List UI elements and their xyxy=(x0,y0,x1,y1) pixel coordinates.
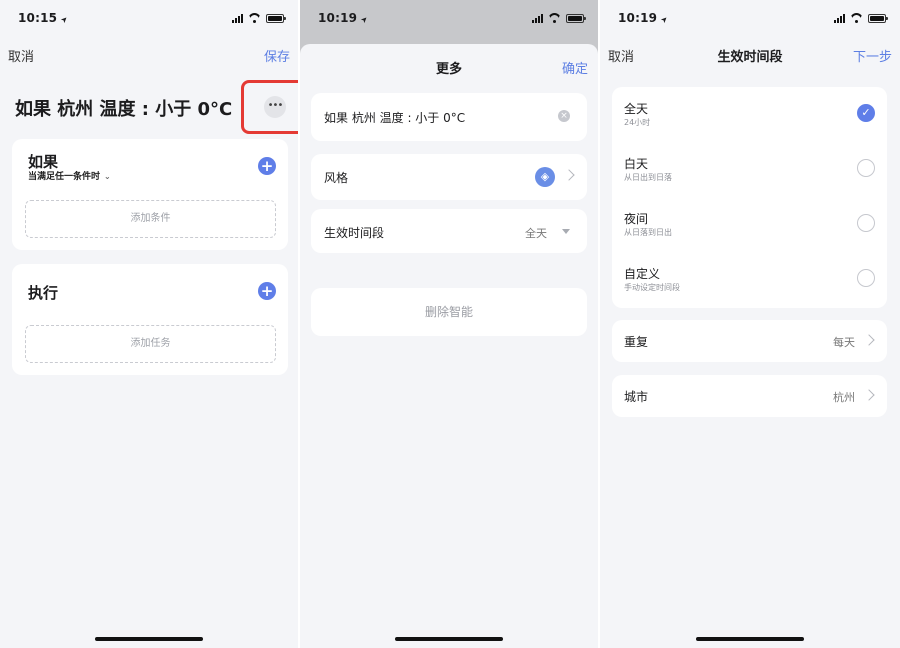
period-option-night[interactable]: 夜间 从日落到日出 xyxy=(612,197,887,252)
confirm-button[interactable]: 确定 xyxy=(562,58,588,77)
more-sheet: 更多 确定 如果 杭州 温度 : 小于 0°C × 风格 ◈ 生效时间段 全天 … xyxy=(300,44,598,648)
radio-button[interactable] xyxy=(857,214,875,232)
battery-icon xyxy=(566,13,586,23)
option-title: 夜间 xyxy=(624,212,649,226)
signal-icon xyxy=(532,13,543,23)
style-tag-icon: ◈ xyxy=(535,167,555,187)
period-option-daytime[interactable]: 白天 从日出到日落 xyxy=(612,142,887,197)
clear-icon[interactable]: × xyxy=(558,110,570,122)
cancel-button[interactable]: 取消 xyxy=(8,46,34,65)
option-title: 全天 xyxy=(624,102,649,116)
period-value: 全天 xyxy=(525,227,547,240)
phone-screen-more-sheet: 10:19 更多 确定 如果 杭州 温度 : 小于 0°C × 风格 ◈ 生效时… xyxy=(300,0,598,648)
period-options-card: 全天 24小时 ✓ 白天 从日出到日落 夜间 从日落到日出 自定义 手动设定时间… xyxy=(612,87,887,308)
do-card-title: 执行 xyxy=(28,284,59,302)
battery-icon xyxy=(868,13,888,23)
add-task-button[interactable]: 添加任务 xyxy=(25,325,276,363)
option-title: 白天 xyxy=(624,157,649,171)
status-bar: 10:19 xyxy=(600,0,900,38)
city-row[interactable]: 城市 杭州 xyxy=(612,375,887,417)
city-label: 城市 xyxy=(624,390,649,404)
scene-title: 如果 杭州 温度 : 小于 0°C xyxy=(15,99,233,120)
status-time: 10:19 xyxy=(318,11,368,25)
city-value: 杭州 xyxy=(833,391,855,404)
add-condition-plus-icon[interactable]: + xyxy=(258,157,276,175)
scene-name-field[interactable]: 如果 杭州 温度 : 小于 0°C × xyxy=(311,93,587,141)
if-card: 如果 当满足任一条件时 + 添加条件 xyxy=(12,139,288,250)
highlight-box xyxy=(241,80,298,134)
add-task-plus-icon[interactable]: + xyxy=(258,282,276,300)
option-title: 自定义 xyxy=(624,267,661,281)
status-bar: 10:15 xyxy=(0,0,298,38)
delete-scene-button[interactable]: 删除智能 xyxy=(311,288,587,336)
wifi-icon xyxy=(248,13,261,23)
wifi-icon xyxy=(850,13,863,23)
wifi-icon xyxy=(548,13,561,23)
option-subtitle: 24小时 xyxy=(624,118,651,127)
home-indicator xyxy=(696,637,804,641)
chevron-right-icon xyxy=(563,169,575,181)
add-condition-button[interactable]: 添加条件 xyxy=(25,200,276,238)
radio-button[interactable] xyxy=(857,159,875,177)
repeat-label: 重复 xyxy=(624,335,649,349)
battery-icon xyxy=(266,13,286,23)
next-step-button[interactable]: 下一步 xyxy=(853,46,892,65)
scene-name-value: 如果 杭州 温度 : 小于 0°C xyxy=(324,111,466,125)
repeat-value: 每天 xyxy=(833,336,855,349)
status-time: 10:19 xyxy=(618,11,668,25)
status-bar: 10:19 xyxy=(300,0,598,38)
option-subtitle: 从日落到日出 xyxy=(624,228,672,237)
phone-screen-effective-period: 10:19 取消 生效时间段 下一步 全天 24小时 ✓ 白天 从日出到日落 夜… xyxy=(600,0,900,648)
style-label: 风格 xyxy=(324,171,349,185)
check-icon[interactable]: ✓ xyxy=(857,104,875,122)
status-time: 10:15 xyxy=(18,11,68,25)
chevron-right-icon xyxy=(863,389,875,401)
period-option-all-day[interactable]: 全天 24小时 ✓ xyxy=(612,87,887,142)
radio-button[interactable] xyxy=(857,269,875,287)
period-row[interactable]: 生效时间段 全天 xyxy=(311,209,587,253)
sheet-title: 更多 xyxy=(435,62,462,77)
option-subtitle: 从日出到日落 xyxy=(624,173,672,182)
style-row[interactable]: 风格 ◈ xyxy=(311,154,587,200)
caret-down-icon xyxy=(562,229,570,234)
signal-icon xyxy=(834,13,845,23)
phone-screen-edit-scene: 10:15 取消 保存 如果 杭州 温度 : 小于 0°C ••• 如果 当满足… xyxy=(0,0,298,648)
nav-bar: 取消 生效时间段 下一步 xyxy=(600,42,900,65)
nav-bar: 取消 保存 xyxy=(0,42,298,65)
condition-mode-dropdown[interactable]: 当满足任一条件时 xyxy=(28,169,111,182)
repeat-row[interactable]: 重复 每天 xyxy=(612,320,887,362)
save-button[interactable]: 保存 xyxy=(264,46,290,65)
period-option-custom[interactable]: 自定义 手动设定时间段 xyxy=(612,252,887,307)
home-indicator xyxy=(95,637,203,641)
do-card: 执行 + 添加任务 xyxy=(12,264,288,375)
home-indicator xyxy=(395,637,503,641)
signal-icon xyxy=(232,13,243,23)
period-label: 生效时间段 xyxy=(324,226,385,240)
chevron-right-icon xyxy=(863,334,875,346)
option-subtitle: 手动设定时间段 xyxy=(624,283,680,292)
